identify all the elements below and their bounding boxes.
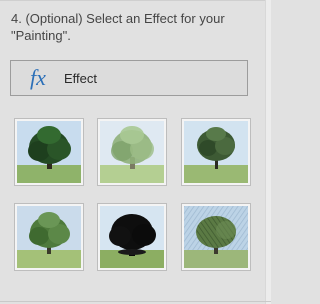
effect-label: Effect — [64, 70, 98, 86]
step-title: 4. (Optional) Select an Effect for your … — [11, 11, 225, 43]
effect-thumbnail-dark-oil[interactable] — [15, 119, 83, 185]
effect-thumbnail-detailed-sketch[interactable] — [182, 119, 250, 185]
svg-text:fx: fx — [30, 66, 46, 90]
effect-button[interactable]: fx Effect — [10, 60, 248, 96]
panel-divider-bottom — [0, 301, 271, 302]
panel-divider — [0, 0, 271, 1]
effects-panel: 4. (Optional) Select an Effect for your … — [0, 0, 271, 304]
effect-thumbnail-crosshatch[interactable] — [182, 204, 250, 270]
effect-thumbnail-fresco[interactable] — [15, 204, 83, 270]
fx-icon: fx — [29, 66, 55, 90]
effect-thumbnail-soft-wash[interactable] — [98, 119, 166, 185]
effect-thumbnail-silhouette[interactable] — [98, 204, 166, 270]
scrollbar[interactable] — [265, 0, 271, 304]
